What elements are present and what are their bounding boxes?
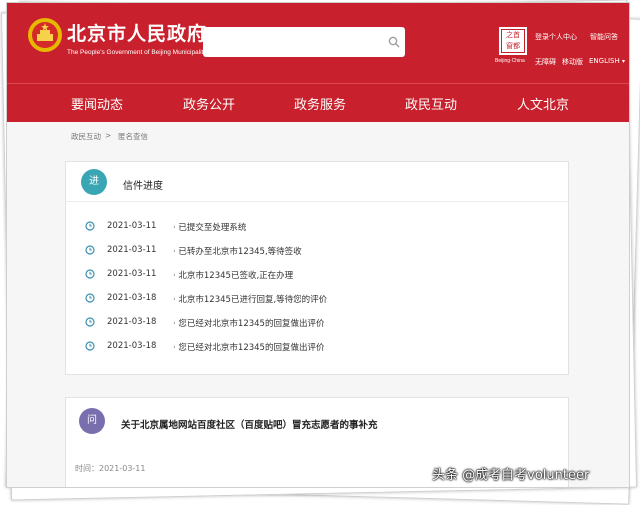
capital-window-seal: 之首 窗都	[501, 29, 525, 53]
clock-icon	[85, 245, 95, 255]
timeline-text: · 已转办至北京市12345,等待签收	[173, 247, 302, 257]
nav-item-culture[interactable]: 人文北京	[517, 94, 569, 113]
timeline-date: 2021-03-18	[107, 341, 157, 351]
seal-caption: Beijing·China	[495, 58, 525, 64]
search-input[interactable]	[203, 27, 405, 57]
timeline-date: 2021-03-18	[107, 293, 157, 303]
progress-title: 信件进度	[123, 181, 163, 192]
english-link[interactable]: ENGLISH ▾	[589, 57, 625, 65]
timeline-date: 2021-03-11	[107, 245, 157, 255]
site-title[interactable]: 北京市人民政府	[67, 19, 207, 46]
screenshot-page: 北京市人民政府 The People's Government of Beiji…	[6, 2, 630, 488]
chevron-down-icon: ▾	[622, 58, 626, 65]
main-nav: 要闻动态 政务公开 政务服务 政民互动 人文北京	[7, 83, 629, 122]
clock-icon	[85, 317, 95, 327]
nav-item-open-government[interactable]: 政务公开	[183, 94, 235, 113]
card-divider	[65, 201, 569, 202]
timeline-text: · 您已经对北京市12345的回复做出评价	[173, 343, 325, 353]
question-title: 关于北京属地网站百度社区（百度贴吧）冒充志愿者的事补充	[121, 420, 378, 431]
site-header: 北京市人民政府 The People's Government of Beiji…	[7, 3, 629, 83]
progress-badge: 进	[81, 169, 107, 195]
timeline-date: 2021-03-18	[107, 317, 157, 327]
assistant-link[interactable]: 智能问答	[590, 32, 618, 42]
nav-item-interaction[interactable]: 政民互动	[405, 94, 457, 113]
timeline-text: · 北京市12345已签收,正在办理	[173, 271, 294, 281]
site-subtitle: The People's Government of Beijing Munic…	[67, 49, 207, 56]
seal-char: 窗	[506, 42, 513, 50]
timeline-date: 2021-03-11	[107, 269, 157, 279]
seal-char: 都	[513, 42, 520, 50]
question-badge: 问	[79, 408, 105, 434]
timeline-date: 2021-03-11	[107, 221, 157, 231]
nav-item-services[interactable]: 政务服务	[294, 94, 346, 113]
national-emblem-icon	[28, 18, 62, 52]
clock-icon	[85, 293, 95, 303]
timeline-text: · 已提交至处理系统	[173, 223, 247, 233]
watermark-text: 头条 @成考自考volunteer	[432, 468, 590, 483]
clock-icon	[85, 341, 95, 351]
seal-char: 首	[513, 31, 520, 39]
question-time: 时间：2021-03-11	[75, 464, 146, 473]
accessible-link[interactable]: 无障碍	[535, 57, 556, 67]
english-label: ENGLISH	[589, 57, 620, 65]
mobile-link[interactable]: 移动版	[562, 57, 583, 67]
breadcrumb-current: 匿名查信	[118, 132, 148, 141]
seal-char: 之	[506, 31, 513, 39]
clock-icon	[85, 269, 95, 279]
search-icon[interactable]	[388, 36, 400, 48]
breadcrumb-separator: >	[105, 131, 112, 140]
breadcrumb-home[interactable]: 政民互动	[71, 131, 101, 142]
timeline-text: · 您已经对北京市12345的回复做出评价	[173, 319, 325, 329]
login-link[interactable]: 登录个人中心	[535, 32, 577, 42]
nav-item-news[interactable]: 要闻动态	[71, 94, 123, 113]
clock-icon	[85, 221, 95, 231]
timeline-text: · 北京市12345已进行回复,等待您的评价	[173, 295, 328, 305]
